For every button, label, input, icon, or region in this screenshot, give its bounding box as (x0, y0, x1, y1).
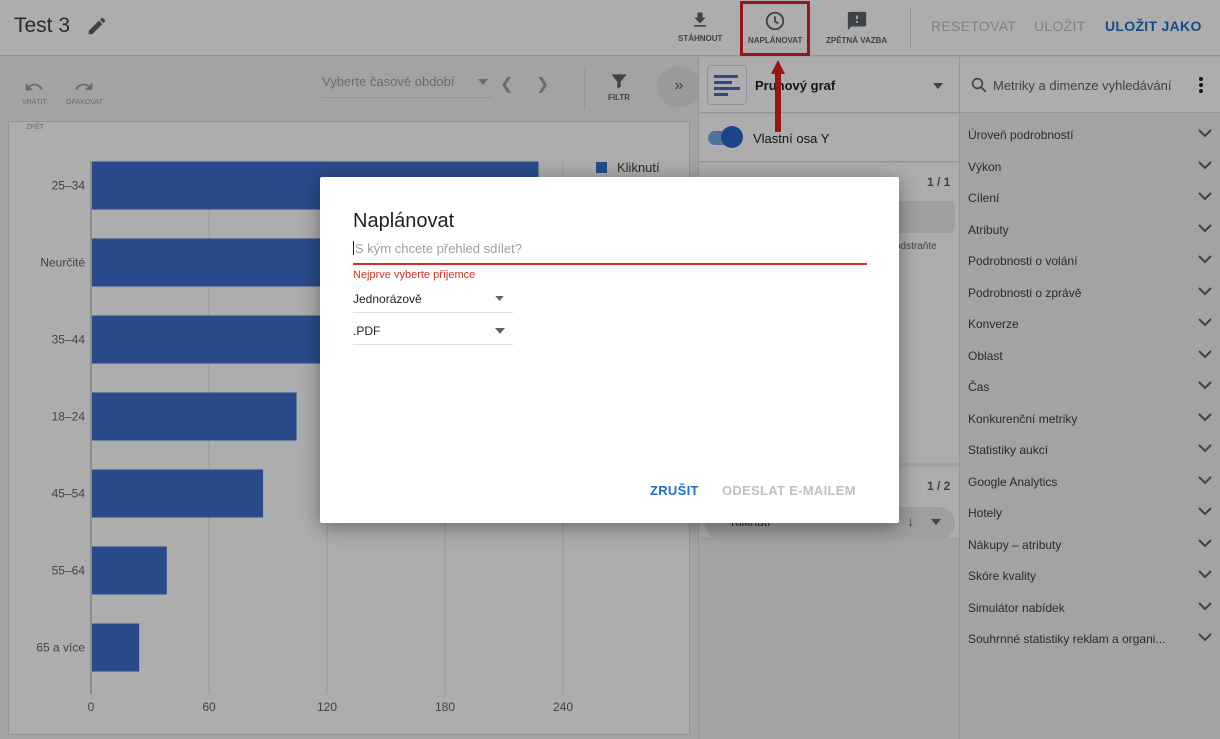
recipient-input[interactable]: S kým chcete přehled sdílet? (353, 239, 867, 265)
dialog-title: Naplánovat (353, 210, 455, 232)
caret-down-icon (495, 328, 505, 334)
caret-down-icon (495, 296, 504, 301)
text-cursor (353, 241, 354, 255)
format-value: .PDF (353, 324, 381, 338)
schedule-dialog: Naplánovat S kým chcete přehled sdílet? … (320, 177, 899, 523)
send-email-button[interactable]: ODESLAT E-MAILEM (722, 483, 856, 498)
frequency-value: Jednorázově (353, 292, 422, 306)
frequency-select[interactable]: Jednorázově (353, 285, 513, 313)
recipient-placeholder: S kým chcete přehled sdílet? (355, 241, 522, 256)
cancel-button[interactable]: ZRUŠIT (650, 483, 699, 498)
error-message: Nejprve vyberte příjemce (353, 269, 476, 281)
format-select[interactable]: .PDF (353, 317, 513, 345)
